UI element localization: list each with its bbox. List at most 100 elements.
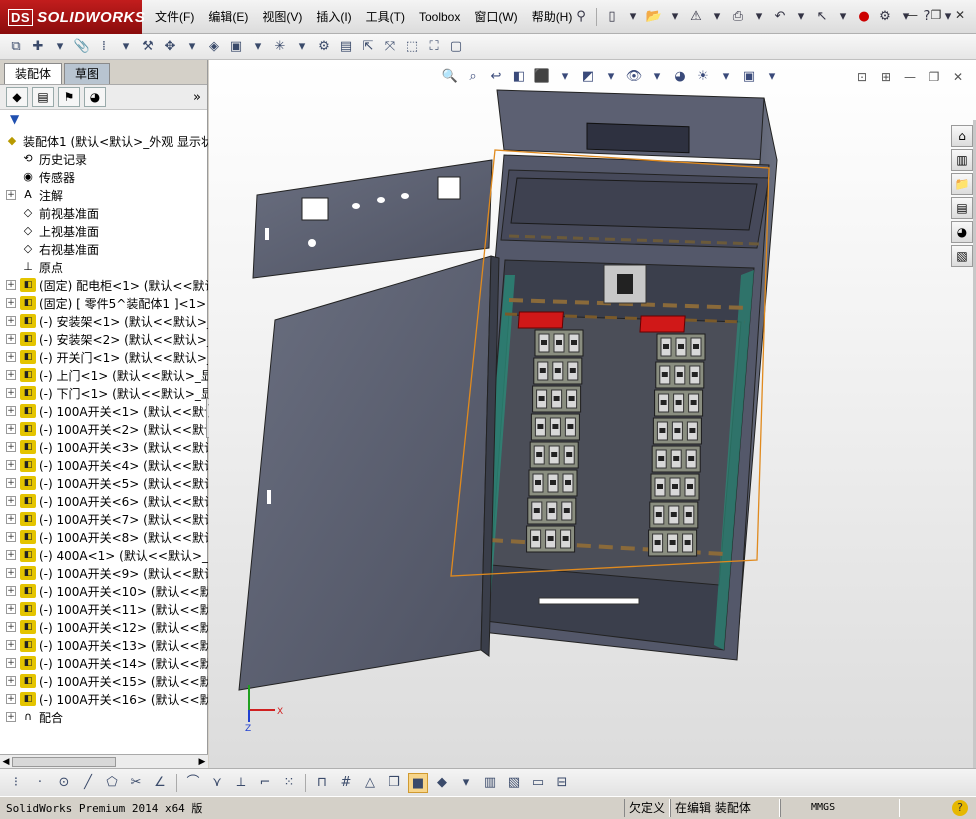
bill-of-materials-icon[interactable]: ▤ xyxy=(336,37,356,57)
mate-icon[interactable]: 📎 xyxy=(72,37,92,57)
interference-detection-icon[interactable]: ⬚ xyxy=(402,37,422,57)
expand-icon[interactable]: + xyxy=(6,676,16,686)
tree-item[interactable]: + ∩ 配合 xyxy=(0,708,208,726)
tree-item[interactable]: + ◧ (-) 100A开关<12> (默认<<默认 xyxy=(0,618,208,636)
tree-item[interactable]: + A 注解 xyxy=(0,186,208,204)
open-folder-icon[interactable]: 📂 xyxy=(645,8,663,26)
tree-item[interactable]: + ◧ (-) 安装架<2> (默认<<默认>_ xyxy=(0,330,208,348)
restore-icon[interactable]: ❐ xyxy=(928,8,944,22)
tree-item[interactable]: + ◧ (-) 100A开关<6> (默认<<默认 xyxy=(0,492,208,510)
3d-box-icon[interactable]: ❒ xyxy=(384,773,404,793)
configuration-manager-icon[interactable]: ⚑ xyxy=(58,87,80,107)
new-document-icon[interactable]: ▯ xyxy=(603,8,621,26)
expand-icon[interactable]: + xyxy=(6,478,16,488)
dimension-icon[interactable]: ⊓ xyxy=(312,773,332,793)
scroll-right-icon[interactable]: ▶ xyxy=(196,755,208,769)
grid-icon[interactable]: # xyxy=(336,773,356,793)
expand-icon[interactable]: + xyxy=(6,316,16,326)
instant3d-icon[interactable]: ⛶ xyxy=(424,37,444,57)
tree-item[interactable]: + ◧ (-) 100A开关<14> (默认<<默认 xyxy=(0,654,208,672)
expand-icon[interactable]: + xyxy=(6,622,16,632)
tree-item[interactable]: ◇ 前视基准面 xyxy=(0,204,208,222)
tree-item[interactable]: + ◧ (-) 100A开关<3> (默认<<默认 xyxy=(0,438,208,456)
window-layout-icon[interactable]: ▭ xyxy=(528,773,548,793)
dropdown-arrow-icon[interactable]: ▾ xyxy=(50,37,70,57)
dropdown-arrow-icon[interactable]: ▾ xyxy=(182,37,202,57)
expand-icon[interactable]: + xyxy=(6,370,16,380)
expand-icon[interactable]: + xyxy=(6,298,16,308)
reference-geometry-icon[interactable]: ✳ xyxy=(270,37,290,57)
dropdown-arrow-icon[interactable]: ▾ xyxy=(708,8,726,26)
dropdown-arrow-icon[interactable]: ▾ xyxy=(717,68,735,86)
tree-item[interactable]: + ◧ (-) 100A开关<7> (默认<<默认 xyxy=(0,510,208,528)
menu-tools[interactable]: 工具(T) xyxy=(359,0,412,34)
expand-icon[interactable]: + xyxy=(6,532,16,542)
select-cursor-icon[interactable]: ↖ xyxy=(813,8,831,26)
dropdown-arrow-icon[interactable]: ▾ xyxy=(292,37,312,57)
graphics-area[interactable]: X Z 🔍 ⌕ ↩ ◧ ⬛ ▾ ◩ ▾ 👁 ▾ ◕ ☀ ▾ ▣ ▾ ⊡ ⊞ — … xyxy=(209,60,976,768)
tree-item[interactable]: ◉ 传感器 xyxy=(0,168,208,186)
previous-view-icon[interactable]: ↩ xyxy=(487,68,505,86)
dropdown-arrow-icon[interactable]: ▾ xyxy=(666,8,684,26)
tree-item[interactable]: + ◧ (-) 100A开关<2> (默认<<默认 xyxy=(0,420,208,438)
dropdown-arrow-icon[interactable]: ▾ xyxy=(792,8,810,26)
tree-item[interactable]: + ◧ (-) 100A开关<15> (默认<<默认 xyxy=(0,672,208,690)
chevron-right-icon[interactable]: » xyxy=(193,90,201,105)
tab-assembly[interactable]: 装配体 xyxy=(4,63,63,84)
line-icon[interactable]: ╱ xyxy=(78,773,98,793)
design-library-icon[interactable]: ▥ xyxy=(951,149,973,171)
view-orientation-icon[interactable]: ⬛ xyxy=(533,68,551,86)
angle-icon[interactable]: ∠ xyxy=(150,773,170,793)
edit-component-icon[interactable]: ⧉ xyxy=(6,37,26,57)
display-manager-icon[interactable]: ◕ xyxy=(84,87,106,107)
traffic-light-icon[interactable]: ● xyxy=(855,8,873,26)
tree-item[interactable]: ⟲ 历史记录 xyxy=(0,150,208,168)
expand-icon[interactable]: + xyxy=(6,604,16,614)
assembly-features-icon[interactable]: ▣ xyxy=(226,37,246,57)
show-hidden-icon[interactable]: ◈ xyxy=(204,37,224,57)
tree-item[interactable]: + ◧ (-) 100A开关<4> (默认<<默认 xyxy=(0,456,208,474)
undo-icon[interactable]: ↶ xyxy=(771,8,789,26)
circle-icon[interactable]: ⊙ xyxy=(54,773,74,793)
expand-icon[interactable]: + xyxy=(6,280,16,290)
edit-appearance-icon[interactable]: ◕ xyxy=(671,68,689,86)
tile-windows-icon[interactable]: ⊟ xyxy=(552,773,572,793)
print-icon[interactable]: ⎙ xyxy=(729,8,747,26)
filter-bar[interactable]: ▼ xyxy=(0,110,207,128)
close-icon[interactable]: ✕ xyxy=(950,70,966,84)
scrollbar-thumb[interactable] xyxy=(12,757,116,767)
file-explorer-icon[interactable]: 📁 xyxy=(951,173,973,195)
offset-icon[interactable]: ⋎ xyxy=(207,773,227,793)
appearances-icon[interactable]: ◕ xyxy=(951,221,973,243)
tree-item[interactable]: + ◧ (-) 开关门<1> (默认<<默认>_ xyxy=(0,348,208,366)
expand-icon[interactable]: + xyxy=(6,352,16,362)
apply-scene-icon[interactable]: ☀ xyxy=(694,68,712,86)
component-color-icon[interactable]: ▧ xyxy=(504,773,524,793)
minimize-icon[interactable]: — xyxy=(904,8,920,22)
filter-icon[interactable]: ▼ xyxy=(10,112,19,126)
exploded-view-icon[interactable]: ⇱ xyxy=(358,37,378,57)
tree-root-item[interactable]: ◆ 装配体1 (默认<默认>_外观 显示状态-1>) xyxy=(0,132,208,150)
view-settings-icon[interactable]: ▣ xyxy=(740,68,758,86)
dropdown-arrow-icon[interactable]: ▾ xyxy=(834,8,852,26)
tree-item[interactable]: + ◧ (-) 100A开关<5> (默认<<默认 xyxy=(0,474,208,492)
tab-sketch[interactable]: 草图 xyxy=(64,63,111,84)
dropdown-arrow-icon[interactable]: ▾ xyxy=(116,37,136,57)
sketch-fillet-icon[interactable]: ⌒ xyxy=(183,773,203,793)
explode-line-sketch-icon[interactable]: ⤧ xyxy=(380,37,400,57)
display-mode-icon[interactable]: ◆ xyxy=(432,773,452,793)
new-motion-study-icon[interactable]: ⚙ xyxy=(314,37,334,57)
tree-item[interactable]: + ◧ (-) 100A开关<8> (默认<<默认 xyxy=(0,528,208,546)
tree-item[interactable]: ⊥ 原点 xyxy=(0,258,208,276)
tree-item[interactable]: ◇ 右视基准面 xyxy=(0,240,208,258)
expand-icon[interactable]: + xyxy=(6,388,16,398)
property-manager-icon[interactable]: ▤ xyxy=(32,87,54,107)
tree-item[interactable]: + ◧ (-) 100A开关<9> (默认<<默认 xyxy=(0,564,208,582)
dropdown-arrow-icon[interactable]: ▾ xyxy=(456,773,476,793)
expand-icon[interactable]: + xyxy=(6,640,16,650)
mirror-icon[interactable]: ⟂ xyxy=(231,773,251,793)
point-icon[interactable]: · xyxy=(30,773,50,793)
dropdown-arrow-icon[interactable]: ▾ xyxy=(602,68,620,86)
display-style-icon[interactable]: ◩ xyxy=(579,68,597,86)
close-icon[interactable]: ✕ xyxy=(952,8,968,22)
